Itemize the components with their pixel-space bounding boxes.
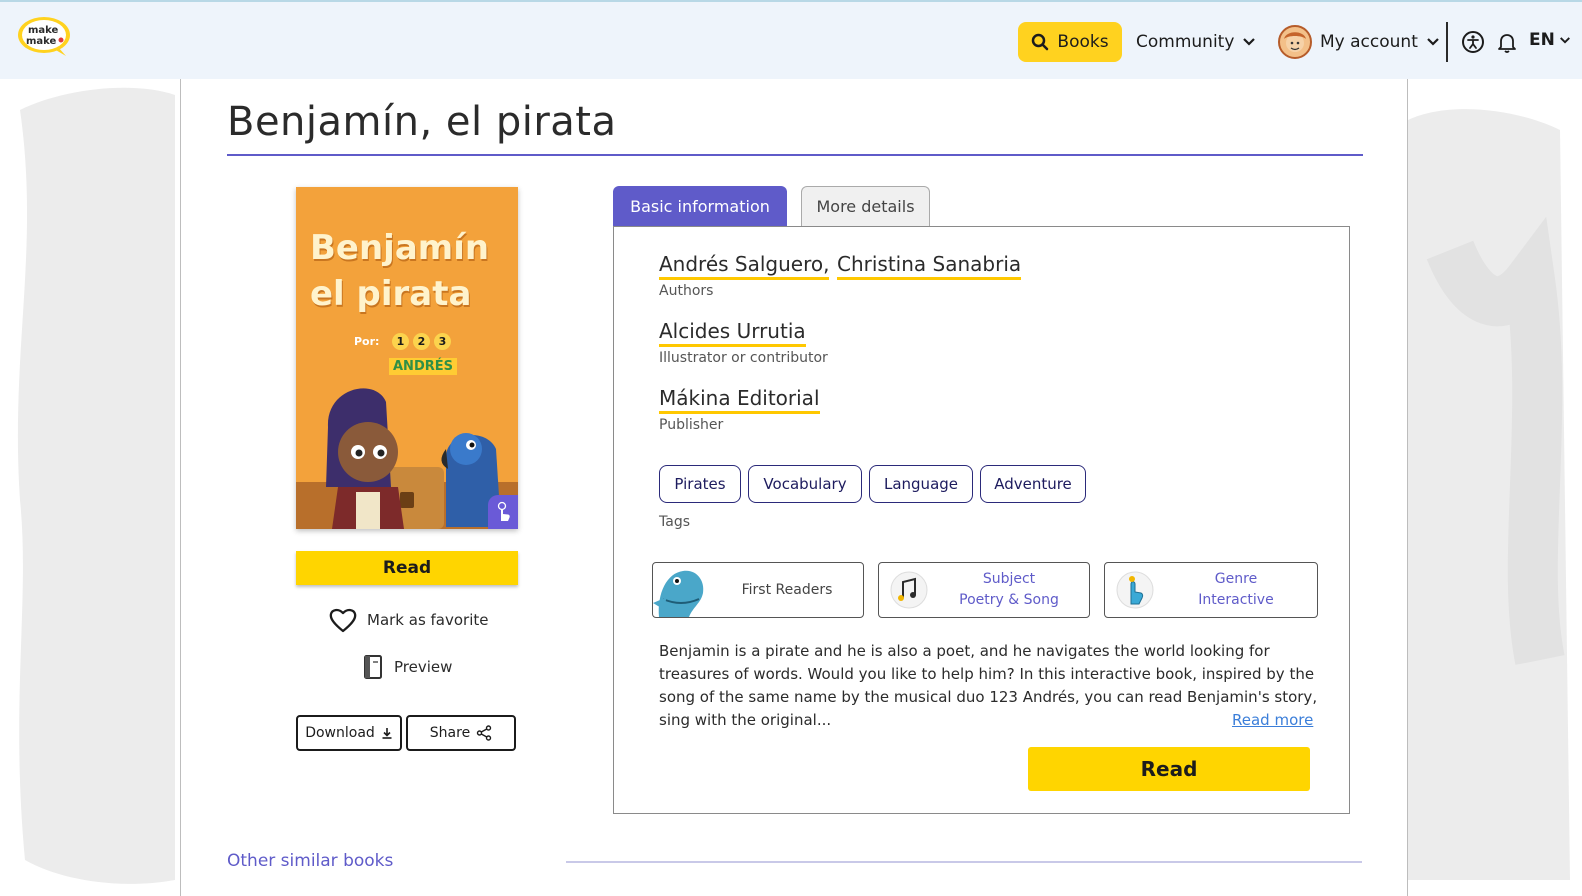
genre-value: Interactive (1198, 592, 1274, 608)
header-divider (1446, 22, 1448, 62)
author-link[interactable]: Andrés Salguero, (659, 252, 830, 280)
book-icon (364, 655, 382, 679)
my-account-label: My account (1320, 32, 1418, 52)
tag-language[interactable]: Language (869, 465, 973, 503)
bell-icon (1498, 34, 1516, 53)
subject-card[interactable]: Subject Poetry & Song (878, 562, 1090, 618)
tag-vocabulary[interactable]: Vocabulary (748, 465, 862, 503)
first-readers-icon (653, 570, 704, 617)
books-label: Books (1057, 32, 1109, 52)
authors-role-label: Authors (659, 283, 714, 299)
genre-label: Genre (1214, 571, 1258, 587)
illustrator-link[interactable]: Alcides Urrutia (659, 319, 806, 347)
mark-favorite-label: Mark as favorite (367, 611, 489, 629)
accessibility-icon (1462, 31, 1484, 53)
title-underline (227, 154, 1363, 156)
subject-value: Poetry & Song (959, 592, 1059, 608)
book-cover[interactable]: Benjamín el pirata Por: 1 2 3 ANDRÉS (296, 187, 518, 529)
share-icon (477, 725, 492, 741)
preview-label: Preview (394, 658, 453, 676)
tag-adventure[interactable]: Adventure (980, 465, 1086, 503)
accessibility-button[interactable] (1461, 30, 1485, 54)
svg-text:make: make (28, 25, 59, 36)
avatar (1278, 25, 1312, 59)
cover-title-line1: Benjamín (310, 228, 490, 268)
language-label: EN (1529, 30, 1555, 50)
tags-label: Tags (659, 514, 690, 530)
level-label: First Readers (741, 581, 833, 598)
book-detail-panel: Benjamín, el pirata Benjamín el pirata P… (180, 79, 1408, 896)
cover-number-2: 2 (413, 333, 430, 350)
cover-number-1: 1 (392, 333, 409, 350)
publisher-link[interactable]: Mákina Editorial (659, 386, 820, 414)
cover-number-3: 3 (434, 333, 451, 350)
mark-favorite-button[interactable]: Mark as favorite (329, 607, 489, 633)
pointing-hand-icon (1116, 571, 1154, 609)
svg-text:make: make (26, 36, 57, 47)
makemake-logo[interactable]: make make (14, 14, 74, 58)
community-label: Community (1136, 32, 1235, 52)
basic-information-panel: Andrés Salguero, Christina Sanabria Auth… (613, 226, 1350, 814)
heart-icon (329, 608, 357, 633)
book-description: Benjamin is a pirate and he is also a po… (659, 642, 1318, 729)
cover-title-line2: el pirata (310, 274, 472, 314)
tag-pirates[interactable]: Pirates (659, 465, 741, 503)
genre-text: Genre Interactive (1155, 569, 1317, 611)
community-menu[interactable]: Community (1136, 22, 1256, 62)
similar-books-heading: Other similar books (227, 851, 394, 871)
preview-button[interactable]: Preview (362, 654, 452, 680)
cover-por-label: Por: (354, 335, 380, 348)
cover-author: ANDRÉS (389, 358, 457, 375)
tab-more-details[interactable]: More details (801, 186, 930, 226)
tab-basic-information[interactable]: Basic information (613, 186, 787, 226)
similar-books-divider (566, 861, 1362, 863)
share-label: Share (429, 725, 471, 741)
music-notes-icon (890, 571, 928, 609)
read-more-link[interactable]: Read more (1232, 711, 1313, 729)
chevron-down-icon (1427, 38, 1439, 46)
my-account-menu[interactable]: My account (1278, 22, 1440, 62)
read-button[interactable]: Read (296, 551, 518, 585)
notifications-button[interactable] (1495, 30, 1519, 54)
download-button[interactable]: Download (296, 715, 402, 751)
page-title: Benjamín, el pirata (227, 99, 617, 145)
level-card[interactable]: First Readers (652, 562, 864, 618)
language-selector[interactable]: EN (1529, 30, 1571, 50)
download-label: Download (305, 725, 375, 741)
chevron-down-icon (1559, 36, 1570, 44)
illustrator-role-label: Illustrator or contributor (659, 350, 828, 366)
interactive-touch-icon (488, 495, 518, 529)
search-icon (1032, 33, 1049, 51)
cover-title: Benjamín el pirata (310, 225, 489, 317)
genre-card[interactable]: Genre Interactive (1104, 562, 1318, 618)
read-button-primary[interactable]: Read (1028, 747, 1310, 791)
download-icon (382, 728, 392, 739)
chevron-down-icon (1243, 38, 1256, 46)
books-button[interactable]: Books (1018, 22, 1122, 62)
cover-numbers: 1 2 3 (392, 333, 451, 350)
top-navigation-bar: make make Books Community My account EN (0, 0, 1582, 79)
author-link[interactable]: Christina Sanabria (837, 252, 1022, 280)
subject-text: Subject Poetry & Song (929, 569, 1089, 611)
subject-label: Subject (982, 571, 1036, 587)
publisher-role-label: Publisher (659, 417, 724, 433)
share-button[interactable]: Share (406, 715, 516, 751)
